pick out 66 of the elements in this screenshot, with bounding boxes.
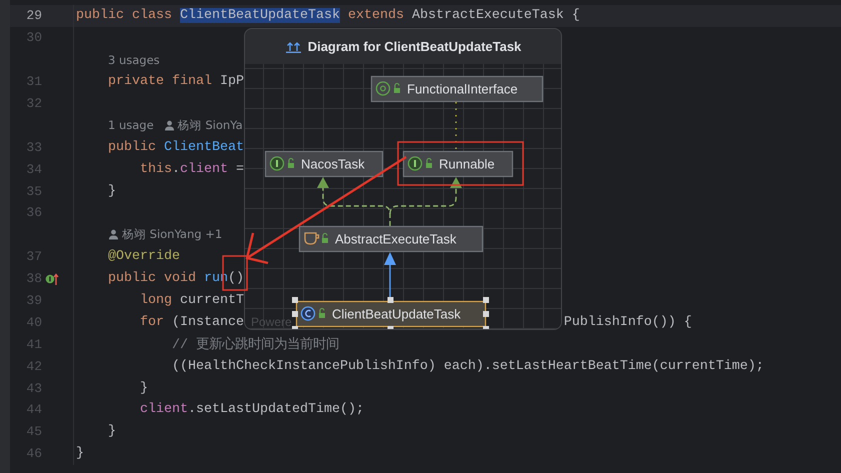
code-token: client [138, 402, 188, 418]
person-icon [108, 229, 119, 240]
code-token: currentT [180, 293, 244, 308]
code-token: } [106, 184, 116, 199]
code-token: ClientBeatUpdateTask [180, 8, 340, 24]
lock-icon [426, 158, 432, 168]
code-token: = [234, 162, 244, 177]
code-token: .setLastUpdatedTime(); [188, 402, 364, 418]
class-node[interactable]: Runnable [402, 150, 514, 178]
code-token: private final [106, 74, 213, 90]
resize-handle[interactable] [292, 297, 298, 303]
code-token: client [180, 162, 228, 177]
resize-handle[interactable] [483, 311, 489, 317]
code-token: this [138, 162, 172, 177]
code-token: } [138, 380, 148, 396]
code-token: for [138, 314, 165, 330]
code-token: PublishInfo()) { [564, 314, 692, 330]
interface-icon [408, 156, 422, 171]
class-node[interactable]: FunctionalInterface [370, 76, 544, 102]
annotation-type-icon [376, 81, 390, 96]
cup-icon [304, 232, 320, 245]
class-name: AbstractExecuteTask [335, 232, 456, 246]
lock-icon [394, 82, 400, 93]
usages-hint[interactable]: 1 usage [108, 118, 154, 132]
usages-hint[interactable]: 3 usages [108, 52, 160, 67]
class-icon [300, 306, 316, 321]
code-token: public [76, 8, 125, 24]
implements-marker-icon[interactable] [45, 272, 59, 286]
code-token: . [172, 162, 180, 177]
code-token: @Override [106, 249, 180, 264]
class-name: FunctionalInterface [407, 82, 518, 96]
code-token: public [106, 140, 157, 155]
lock-icon [288, 158, 294, 168]
code-token: ((HealthCheckInstancePublishInfo) each).setLastHeartBeatTime(currentTime); [170, 358, 764, 374]
code-token: // 更新心跳时间为当前时间 [170, 336, 339, 354]
diagram-icon [284, 40, 303, 52]
popup-title: Diagram for ClientBeatUpdateTask [308, 39, 522, 54]
code-token: class [132, 8, 173, 24]
person-icon [164, 120, 175, 131]
resize-handle[interactable] [292, 311, 298, 317]
lock-icon [319, 308, 325, 318]
author-hint[interactable]: 杨翊 SionYang +1 [122, 227, 222, 242]
class-name: NacosTask [301, 156, 365, 172]
line-number: 29 [25, 8, 42, 24]
resize-handle[interactable] [388, 297, 394, 303]
code-token: IpP [220, 74, 244, 90]
code-token: } [106, 424, 116, 440]
class-node[interactable]: AbstractExecuteTask [298, 226, 484, 252]
code-token: public void [106, 271, 197, 286]
resize-handle[interactable] [483, 326, 489, 329]
code-token: } [76, 446, 84, 462]
class-node[interactable]: NacosTask [264, 150, 384, 178]
resize-handle[interactable] [483, 297, 489, 303]
class-name: Runnable [439, 156, 495, 172]
extends-edge [384, 252, 396, 300]
lock-icon [322, 232, 328, 243]
code-token: AbstractExecuteTask { [412, 8, 580, 24]
code-token: (Instance [172, 314, 244, 330]
code-token: () [228, 271, 244, 286]
class-name: ClientBeatUpdateTask [332, 306, 461, 322]
resize-handle[interactable] [292, 326, 298, 329]
code-token: extends [346, 8, 405, 24]
code-token: long [138, 293, 173, 308]
code-token: ClientBeat [164, 140, 244, 155]
interface-icon [270, 156, 284, 171]
author-hint[interactable]: 杨翊 SionYa [178, 118, 243, 133]
